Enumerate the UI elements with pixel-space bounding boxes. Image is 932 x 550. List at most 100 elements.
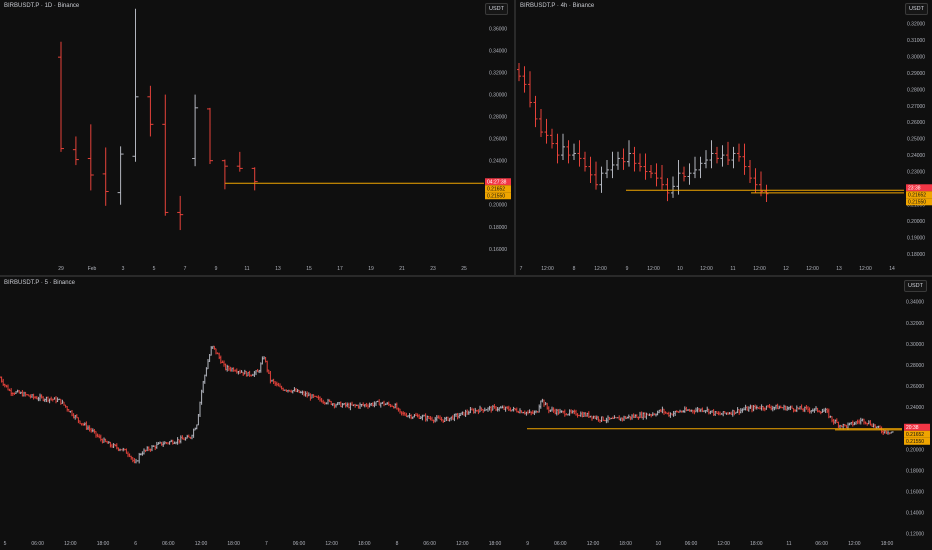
y-tick-label: 0.31000 xyxy=(907,38,925,44)
x-tick-label: 06:00 xyxy=(423,541,436,547)
y-tick-label: 0.32000 xyxy=(907,22,925,28)
price-tag: 0.21652 xyxy=(908,192,926,198)
y-tick-label: 0.34000 xyxy=(489,49,507,55)
x-tick-label: 7 xyxy=(265,541,268,547)
y-tick-label: 0.30000 xyxy=(907,54,925,60)
pane-title-1d: BIRBUSDT.P · 1D · Binance xyxy=(4,3,80,9)
x-tick-label: 18:00 xyxy=(358,541,371,547)
y-tick-label: 0.18000 xyxy=(907,252,925,258)
x-tick-label: 06:00 xyxy=(685,541,698,547)
x-tick-label: 18:00 xyxy=(227,541,240,547)
x-tick-label: 12:00 xyxy=(806,266,819,272)
chart-1d-svg[interactable]: 0.36000 0.34000 0.32000 0.30000 0.28000 0.260… xyxy=(0,0,514,275)
y-tick-label: 0.26000 xyxy=(489,137,507,143)
y-tick-label: 0.24000 xyxy=(489,159,507,165)
y-tick-label: 0.32000 xyxy=(489,71,507,77)
y-tick-label: 0.16000 xyxy=(489,247,507,253)
y-tick-label: 0.16000 xyxy=(906,490,924,496)
x-tick-label: 06:00 xyxy=(815,541,828,547)
x-tick-label: 8 xyxy=(573,266,576,272)
y-tick-label: 0.20000 xyxy=(489,203,507,209)
y-tick-label: 0.34000 xyxy=(906,300,924,306)
x-tick-label: 06:00 xyxy=(293,541,306,547)
price-tag: 0.21550 xyxy=(908,199,926,205)
chart-5m-svg[interactable]: 0.34000 0.32000 0.30000 0.28000 0.26000 0.240… xyxy=(0,277,932,550)
x-tick-label: 18:00 xyxy=(881,541,894,547)
price-tag: 04:27:38 xyxy=(487,179,507,185)
x-tick-label: 14 xyxy=(889,266,895,272)
currency-button-5m[interactable]: USDT xyxy=(904,280,927,292)
y-tick-label: 0.25000 xyxy=(907,137,925,143)
y-tick-label: 0.36000 xyxy=(489,27,507,33)
y-tick-label: 0.28000 xyxy=(489,115,507,121)
x-tick-label: 18:00 xyxy=(489,541,502,547)
x-tick-label: 19 xyxy=(368,266,374,272)
y-tick-label: 0.30000 xyxy=(489,93,507,99)
y-tick-label: 0.30000 xyxy=(906,342,924,348)
x-tick-label: 06:00 xyxy=(554,541,567,547)
y-tick-label: 0.19000 xyxy=(907,235,925,241)
y-tick-label: 0.32000 xyxy=(906,321,924,327)
x-tick-label: 12:00 xyxy=(541,266,554,272)
y-tick-label: 0.29000 xyxy=(907,71,925,77)
x-tick-label: 12:00 xyxy=(587,541,600,547)
chart-pane-5m[interactable]: 0.34000 0.32000 0.30000 0.28000 0.26000 0.240… xyxy=(0,277,932,550)
x-tick-label: 6 xyxy=(134,541,137,547)
x-tick-label: 12:00 xyxy=(594,266,607,272)
currency-button-1d[interactable]: USDT xyxy=(485,3,508,15)
x-tick-label: 12 xyxy=(783,266,789,272)
x-tick-label: 18:00 xyxy=(750,541,763,547)
y-tick-label: 0.18000 xyxy=(906,468,924,474)
x-tick-label: 7 xyxy=(520,266,523,272)
y-tick-label: 0.18000 xyxy=(489,225,507,231)
x-tick-label: 06:00 xyxy=(31,541,44,547)
x-tick-label: 21 xyxy=(399,266,405,272)
y-tick-label: 0.24000 xyxy=(906,405,924,411)
x-tick-label: 23 xyxy=(430,266,436,272)
y-tick-label: 0.24000 xyxy=(907,153,925,159)
x-tick-label: 13 xyxy=(275,266,281,272)
x-tick-label: 12:00 xyxy=(859,266,872,272)
y-tick-label: 0.20000 xyxy=(906,447,924,453)
x-tick-label: 12:00 xyxy=(700,266,713,272)
x-tick-label: 25 xyxy=(461,266,467,272)
price-tag: 0.21550 xyxy=(487,193,505,199)
x-tick-label: 12:00 xyxy=(753,266,766,272)
x-tick-label: 12:00 xyxy=(325,541,338,547)
x-tick-label: 12:00 xyxy=(647,266,660,272)
x-tick-label: 5 xyxy=(153,266,156,272)
price-tag: 20:38 xyxy=(906,425,919,431)
x-tick-label: 12:00 xyxy=(717,541,730,547)
x-tick-label: 13 xyxy=(836,266,842,272)
x-tick-label: Feb xyxy=(88,266,97,272)
x-tick-label: 18:00 xyxy=(97,541,110,547)
x-tick-label: 12:00 xyxy=(848,541,861,547)
y-tick-label: 0.28000 xyxy=(907,87,925,93)
x-tick-label: 11 xyxy=(730,266,735,272)
price-tag: 0.21652 xyxy=(487,186,505,192)
x-tick-label: 12:00 xyxy=(195,541,208,547)
x-tick-label: 5 xyxy=(4,541,7,547)
x-tick-label: 29 xyxy=(58,266,64,272)
pane-title-4h: BIRBUSDT.P · 4h · Binance xyxy=(520,3,595,9)
y-tick-label: 0.26000 xyxy=(906,384,924,390)
price-tag: 23:38 xyxy=(908,185,921,191)
x-tick-label: 11 xyxy=(786,541,791,547)
price-tag: 0.21652 xyxy=(906,432,924,438)
pane-title-5m: BIRBUSDT.P · 5 · Binance xyxy=(4,280,75,286)
x-tick-label: 12:00 xyxy=(64,541,77,547)
x-tick-label: 10 xyxy=(677,266,683,272)
x-tick-label: 9 xyxy=(526,541,529,547)
chart-4h-svg[interactable]: 0.32000 0.31000 0.30000 0.29000 0.28000 0.270… xyxy=(516,0,932,275)
chart-pane-4h[interactable]: 0.32000 0.31000 0.30000 0.29000 0.28000 0.270… xyxy=(516,0,932,275)
chart-pane-1d[interactable]: 0.36000 0.34000 0.32000 0.30000 0.28000 0.260… xyxy=(0,0,514,275)
x-tick-label: 15 xyxy=(306,266,312,272)
price-tag: 0.21550 xyxy=(906,439,924,445)
x-tick-label: 7 xyxy=(184,266,187,272)
currency-button-4h[interactable]: USDT xyxy=(905,3,928,15)
x-tick-label: 11 xyxy=(244,266,249,272)
y-tick-label: 0.12000 xyxy=(906,532,924,538)
y-tick-label: 0.27000 xyxy=(907,104,925,110)
y-tick-label: 0.28000 xyxy=(906,363,924,369)
y-tick-label: 0.23000 xyxy=(907,170,925,176)
